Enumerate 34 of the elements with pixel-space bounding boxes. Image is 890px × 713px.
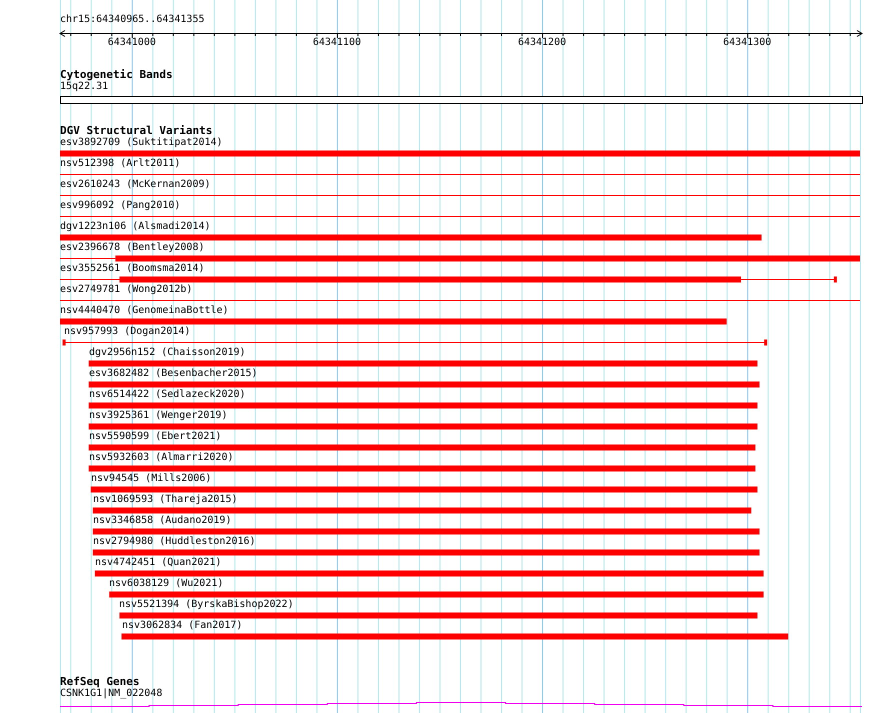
band-label: 15q22.31 [60, 81, 108, 93]
track-title: Cytogenetic Bands [60, 69, 173, 81]
variant-label: nsv6038129 (Wu2021) [109, 578, 224, 590]
variant-label: nsv3925361 (Wenger2019) [89, 410, 228, 422]
tick-label: 64341200 [518, 37, 566, 48]
variant-label: nsv3062834 (Fan2017) [122, 620, 242, 632]
gene-label: CSNK1G1|NM_022048 [60, 688, 162, 700]
variant-label: esv2610243 (McKernan2009) [60, 179, 211, 191]
variant-label: nsv3346858 (Audano2019) [93, 515, 232, 527]
variant-label: nsv5932603 (Almarri2020) [89, 452, 234, 464]
variant-label: esv996092 (Pang2010) [60, 200, 180, 212]
track-title: DGV Structural Variants [60, 125, 212, 137]
variant-label: nsv5590599 (Ebert2021) [89, 431, 222, 443]
variant-label: nsv5521394 (ByrskaBishop2022) [119, 599, 294, 611]
variant-label: dgv2956n152 (Chaisson2019) [89, 347, 246, 359]
tick-label: 64341300 [723, 37, 772, 48]
tick-label: 64341000 [108, 37, 156, 48]
variant-label: esv2749781 (Wong2012b) [60, 284, 192, 296]
variant-label: esv3682482 (Besenbacher2015) [89, 368, 258, 380]
variant-label: nsv2794980 (Huddleston2016) [93, 536, 256, 548]
variant-label: nsv1069593 (Thareja2015) [93, 494, 238, 506]
variant-label: nsv4440470 (GenomeinaBottle) [60, 305, 229, 317]
coordinate-range: chr15:64340965..64341355 [60, 14, 204, 26]
variant-label: dgv1223n106 (Alsmadi2014) [60, 221, 211, 233]
variant-label: nsv512398 (Arlt2011) [60, 158, 180, 170]
variant-label: esv3552561 (Boomsma2014) [60, 263, 204, 275]
variant-label: esv2396678 (Bentley2008) [60, 242, 204, 254]
tick-label: 64341100 [312, 37, 361, 48]
variant-label: nsv94545 (Mills2006) [91, 473, 212, 485]
variant-label: nsv4742451 (Quan2021) [95, 557, 222, 569]
variant-label: nsv957993 (Dogan2014) [64, 326, 190, 338]
track-title: RefSeq Genes [60, 676, 140, 688]
variant-label: esv3892709 (Suktitipat2014) [60, 137, 223, 149]
variant-label: nsv6514422 (Sedlazeck2020) [89, 389, 246, 401]
